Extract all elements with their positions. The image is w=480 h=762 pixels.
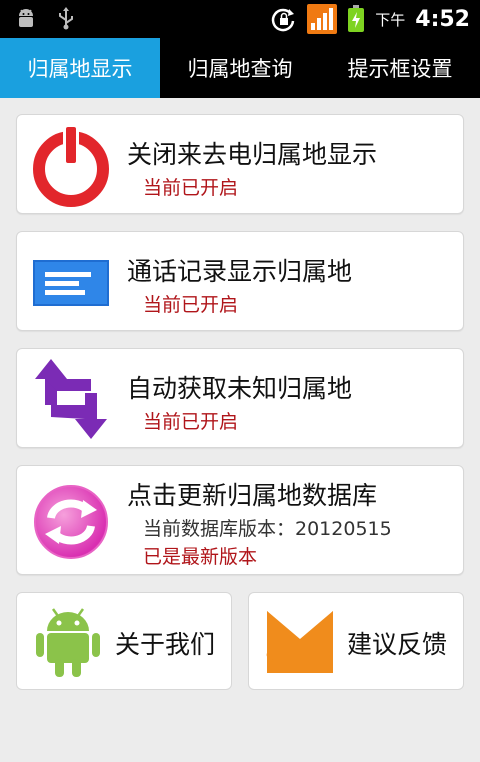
tab-location-display[interactable]: 归属地显示	[0, 38, 160, 98]
settings-list: 关闭来去电归属地显示 当前已开启 通话记录显示归属地 当前已开启 自动获取未知归…	[0, 98, 480, 762]
item-status: 已是最新版本	[143, 546, 258, 568]
item-title: 关闭来去电归属地显示	[127, 140, 378, 169]
about-us-label: 关于我们	[115, 630, 216, 659]
tab-bar: 归属地显示 归属地查询 提示框设置	[0, 38, 480, 98]
item-status: 当前已开启	[143, 177, 239, 199]
item-title: 通话记录显示归属地	[127, 257, 353, 286]
database-version: 当前数据库版本：20120515	[143, 518, 392, 540]
tab-popup-settings[interactable]: 提示框设置	[320, 38, 480, 98]
item-status: 当前已开启	[143, 294, 239, 316]
battery-charging-icon	[348, 5, 365, 32]
usb-icon	[59, 7, 73, 30]
time-period: 下午	[375, 10, 406, 29]
item-title: 点击更新归属地数据库	[127, 481, 378, 510]
sync-arrows-icon	[35, 359, 107, 439]
status-bar: 下午 4:52	[0, 0, 480, 38]
rotation-lock-icon	[272, 8, 295, 32]
auto-fetch-location-item[interactable]: 自动获取未知归属地 当前已开启	[16, 348, 464, 448]
power-icon	[33, 125, 109, 207]
call-log-icon	[33, 260, 109, 306]
call-log-location-item[interactable]: 通话记录显示归属地 当前已开启	[16, 231, 464, 331]
tab-location-query[interactable]: 归属地查询	[160, 38, 320, 98]
signal-icon	[307, 4, 338, 34]
item-status: 当前已开启	[143, 411, 239, 433]
refresh-icon	[34, 485, 108, 559]
android-debug-icon	[19, 9, 33, 27]
feedback-button[interactable]: 建议反馈	[248, 592, 464, 690]
update-database-item[interactable]: 点击更新归属地数据库 当前数据库版本：20120515 已是最新版本	[16, 465, 464, 575]
clock: 4:52	[415, 6, 470, 32]
android-icon	[36, 608, 100, 677]
item-title: 自动获取未知归属地	[127, 374, 353, 403]
envelope-icon	[266, 611, 333, 673]
toggle-location-display-item[interactable]: 关闭来去电归属地显示 当前已开启	[16, 114, 464, 214]
feedback-label: 建议反馈	[347, 630, 448, 659]
about-us-button[interactable]: 关于我们	[16, 592, 232, 690]
